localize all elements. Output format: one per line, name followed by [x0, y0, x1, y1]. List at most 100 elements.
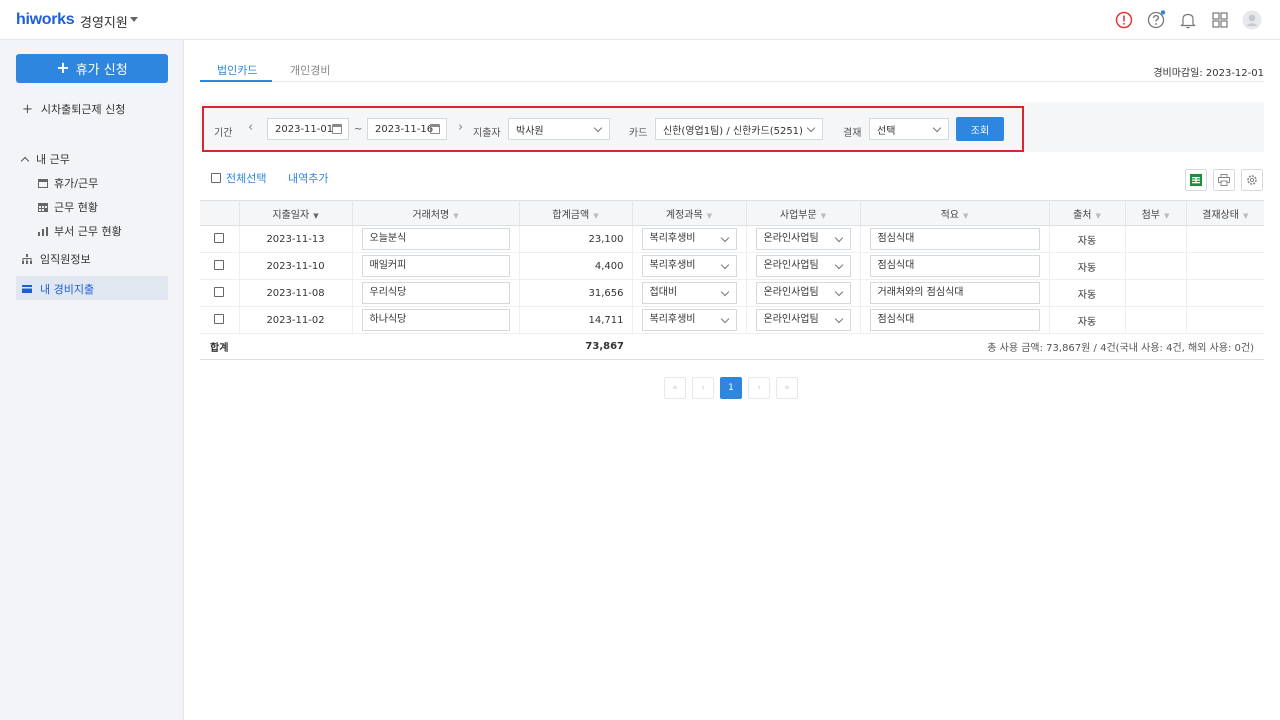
sidebar-item-work-status[interactable]: 근무 현황: [38, 199, 98, 215]
row-approval-status: [1186, 225, 1264, 253]
row-attachment[interactable]: [1125, 306, 1187, 334]
row-checkbox[interactable]: [214, 313, 225, 324]
first-page-button[interactable]: «: [664, 377, 686, 399]
vendor-input[interactable]: 우리식당: [361, 282, 510, 304]
top-header: hiworks 경영지원: [0, 0, 1280, 40]
calendar-icon[interactable]: [332, 124, 342, 134]
column-header-date[interactable]: 지출일자 ▼: [239, 200, 353, 226]
flex-commute-request-link[interactable]: + 시차출퇴근제 신청: [22, 101, 125, 117]
last-page-button[interactable]: »: [776, 377, 798, 399]
row-checkbox[interactable]: [214, 259, 225, 270]
chevron-down-icon: [593, 123, 603, 133]
memo-input[interactable]: 점심식대: [869, 309, 1040, 331]
sort-icon: ▼: [1242, 211, 1249, 220]
division-select[interactable]: 온라인사업팀: [755, 228, 851, 250]
chevron-left-icon[interactable]: ‹: [248, 120, 253, 135]
table-row[interactable]: 2023-11-10 매일커피 4,400 복리후생비 온라인사업팀 점심식대 …: [200, 252, 1264, 280]
memo-input[interactable]: 점심식대: [869, 228, 1040, 250]
avatar[interactable]: [1242, 10, 1262, 30]
checkbox[interactable]: [211, 173, 221, 183]
active-tab-indicator: [200, 80, 272, 82]
chevron-right-icon[interactable]: ›: [458, 120, 463, 135]
table-row[interactable]: 2023-11-08 우리식당 31,656 접대비 온라인사업팀 거래처와의 …: [200, 279, 1264, 307]
sidebar-item-dept-work-status[interactable]: 부서 근무 현황: [38, 223, 122, 239]
row-checkbox[interactable]: [214, 286, 225, 297]
search-button[interactable]: 조회: [956, 117, 1004, 141]
column-header-source[interactable]: 출처 ▼: [1049, 200, 1126, 226]
account-select[interactable]: 복리후생비: [641, 228, 737, 250]
next-page-button[interactable]: ›: [748, 377, 770, 399]
alert-icon[interactable]: [1114, 10, 1134, 30]
date-from-value: 2023-11-01: [275, 123, 334, 135]
column-header-division[interactable]: 사업부문 ▼: [746, 200, 861, 226]
vendor-input[interactable]: 하나식당: [361, 309, 510, 331]
app-switcher-label[interactable]: 경영지원: [80, 12, 128, 31]
org-chart-icon: [22, 254, 32, 264]
spender-select[interactable]: 박사원: [508, 118, 610, 140]
row-checkbox[interactable]: [214, 232, 225, 243]
select-all-checkbox[interactable]: 전체선택: [211, 170, 266, 186]
sort-icon: ▼: [1095, 211, 1101, 220]
bell-icon[interactable]: [1178, 10, 1198, 30]
memo-input[interactable]: 점심식대: [869, 255, 1040, 277]
sidebar-group-my-work[interactable]: 내 근무: [20, 151, 70, 167]
account-select[interactable]: 접대비: [641, 282, 737, 304]
excel-download-button[interactable]: [1185, 169, 1207, 191]
column-header-approval-status[interactable]: 결재상태 ▼: [1186, 200, 1264, 226]
help-icon[interactable]: [1146, 10, 1166, 30]
vendor-input[interactable]: 오늘분식: [361, 228, 510, 250]
sidebar-item-my-expense[interactable]: 내 경비지출: [22, 281, 94, 297]
sort-icon: ▼: [1164, 211, 1170, 220]
calendar-icon[interactable]: [430, 124, 440, 134]
row-attachment[interactable]: [1125, 252, 1187, 280]
prev-page-button[interactable]: ‹: [692, 377, 714, 399]
tab-personal-expense[interactable]: 개인경비: [290, 62, 330, 78]
column-header-attachment[interactable]: 첨부 ▼: [1125, 200, 1187, 226]
sidebar-item-label: 부서 근무 현황: [54, 225, 122, 238]
row-amount: 4,400: [519, 252, 633, 280]
sort-icon: ▼: [453, 211, 459, 220]
print-button[interactable]: [1213, 169, 1235, 191]
row-attachment[interactable]: [1125, 225, 1187, 253]
tab-corporate-card[interactable]: 법인카드: [217, 62, 257, 78]
row-approval-status: [1186, 252, 1264, 280]
row-date: 2023-11-08: [239, 279, 353, 307]
date-from-input[interactable]: 2023-11-01: [267, 118, 349, 140]
table-total-row: 합계 73,867 총 사용 금액: 73,867원 / 4건(국내 사용: 4…: [200, 333, 1264, 360]
vendor-input[interactable]: 매일커피: [361, 255, 510, 277]
approval-select[interactable]: 선택: [869, 118, 949, 140]
column-header-account[interactable]: 계정과목 ▼: [632, 200, 747, 226]
chevron-down-icon: [720, 287, 729, 297]
date-to-input[interactable]: 2023-11-16: [367, 118, 447, 140]
column-header-amount[interactable]: 합계금액 ▼: [519, 200, 633, 226]
add-item-link[interactable]: 내역추가: [288, 170, 328, 186]
apps-grid-icon[interactable]: [1210, 10, 1230, 30]
flex-commute-request-label: 시차출퇴근제 신청: [40, 103, 126, 116]
my-work-label: 내 근무: [36, 153, 70, 166]
memo-input[interactable]: 거래처와의 점심식대: [869, 282, 1040, 304]
table-row[interactable]: 2023-11-02 하나식당 14,711 복리후생비 온라인사업팀 점심식대…: [200, 306, 1264, 334]
account-select[interactable]: 복리후생비: [641, 255, 737, 277]
sort-icon: ▼: [820, 211, 827, 220]
column-header-vendor[interactable]: 거래처명 ▼: [352, 200, 520, 226]
row-attachment[interactable]: [1125, 279, 1187, 307]
card-select[interactable]: 신한(영업1팀) / 신한카드(5251): [655, 118, 823, 140]
hiworks-logo[interactable]: hiworks: [16, 11, 75, 29]
page-1-button[interactable]: 1: [720, 377, 742, 399]
caret-down-icon[interactable]: [130, 17, 138, 22]
pagination: « ‹ 1 › »: [664, 377, 798, 399]
division-select[interactable]: 온라인사업팀: [755, 309, 851, 331]
division-select[interactable]: 온라인사업팀: [755, 255, 851, 277]
sidebar-item-employee-info[interactable]: 임직원정보: [22, 251, 91, 267]
calendar-grid-icon: [38, 202, 48, 212]
plus-icon: +: [56, 58, 70, 77]
column-header-memo[interactable]: 적요 ▼: [860, 200, 1050, 226]
sidebar-item-vacation-work[interactable]: 휴가/근무: [38, 175, 98, 191]
tab-bar: 법인카드 개인경비: [200, 54, 1264, 82]
table-row[interactable]: 2023-11-13 오늘분식 23,100 복리후생비 온라인사업팀 점심식대…: [200, 225, 1264, 253]
approval-value: 선택: [877, 125, 896, 137]
settings-button[interactable]: [1241, 169, 1263, 191]
vacation-request-button[interactable]: + 휴가 신청: [16, 54, 168, 83]
account-select[interactable]: 복리후생비: [641, 309, 737, 331]
division-select[interactable]: 온라인사업팀: [755, 282, 851, 304]
